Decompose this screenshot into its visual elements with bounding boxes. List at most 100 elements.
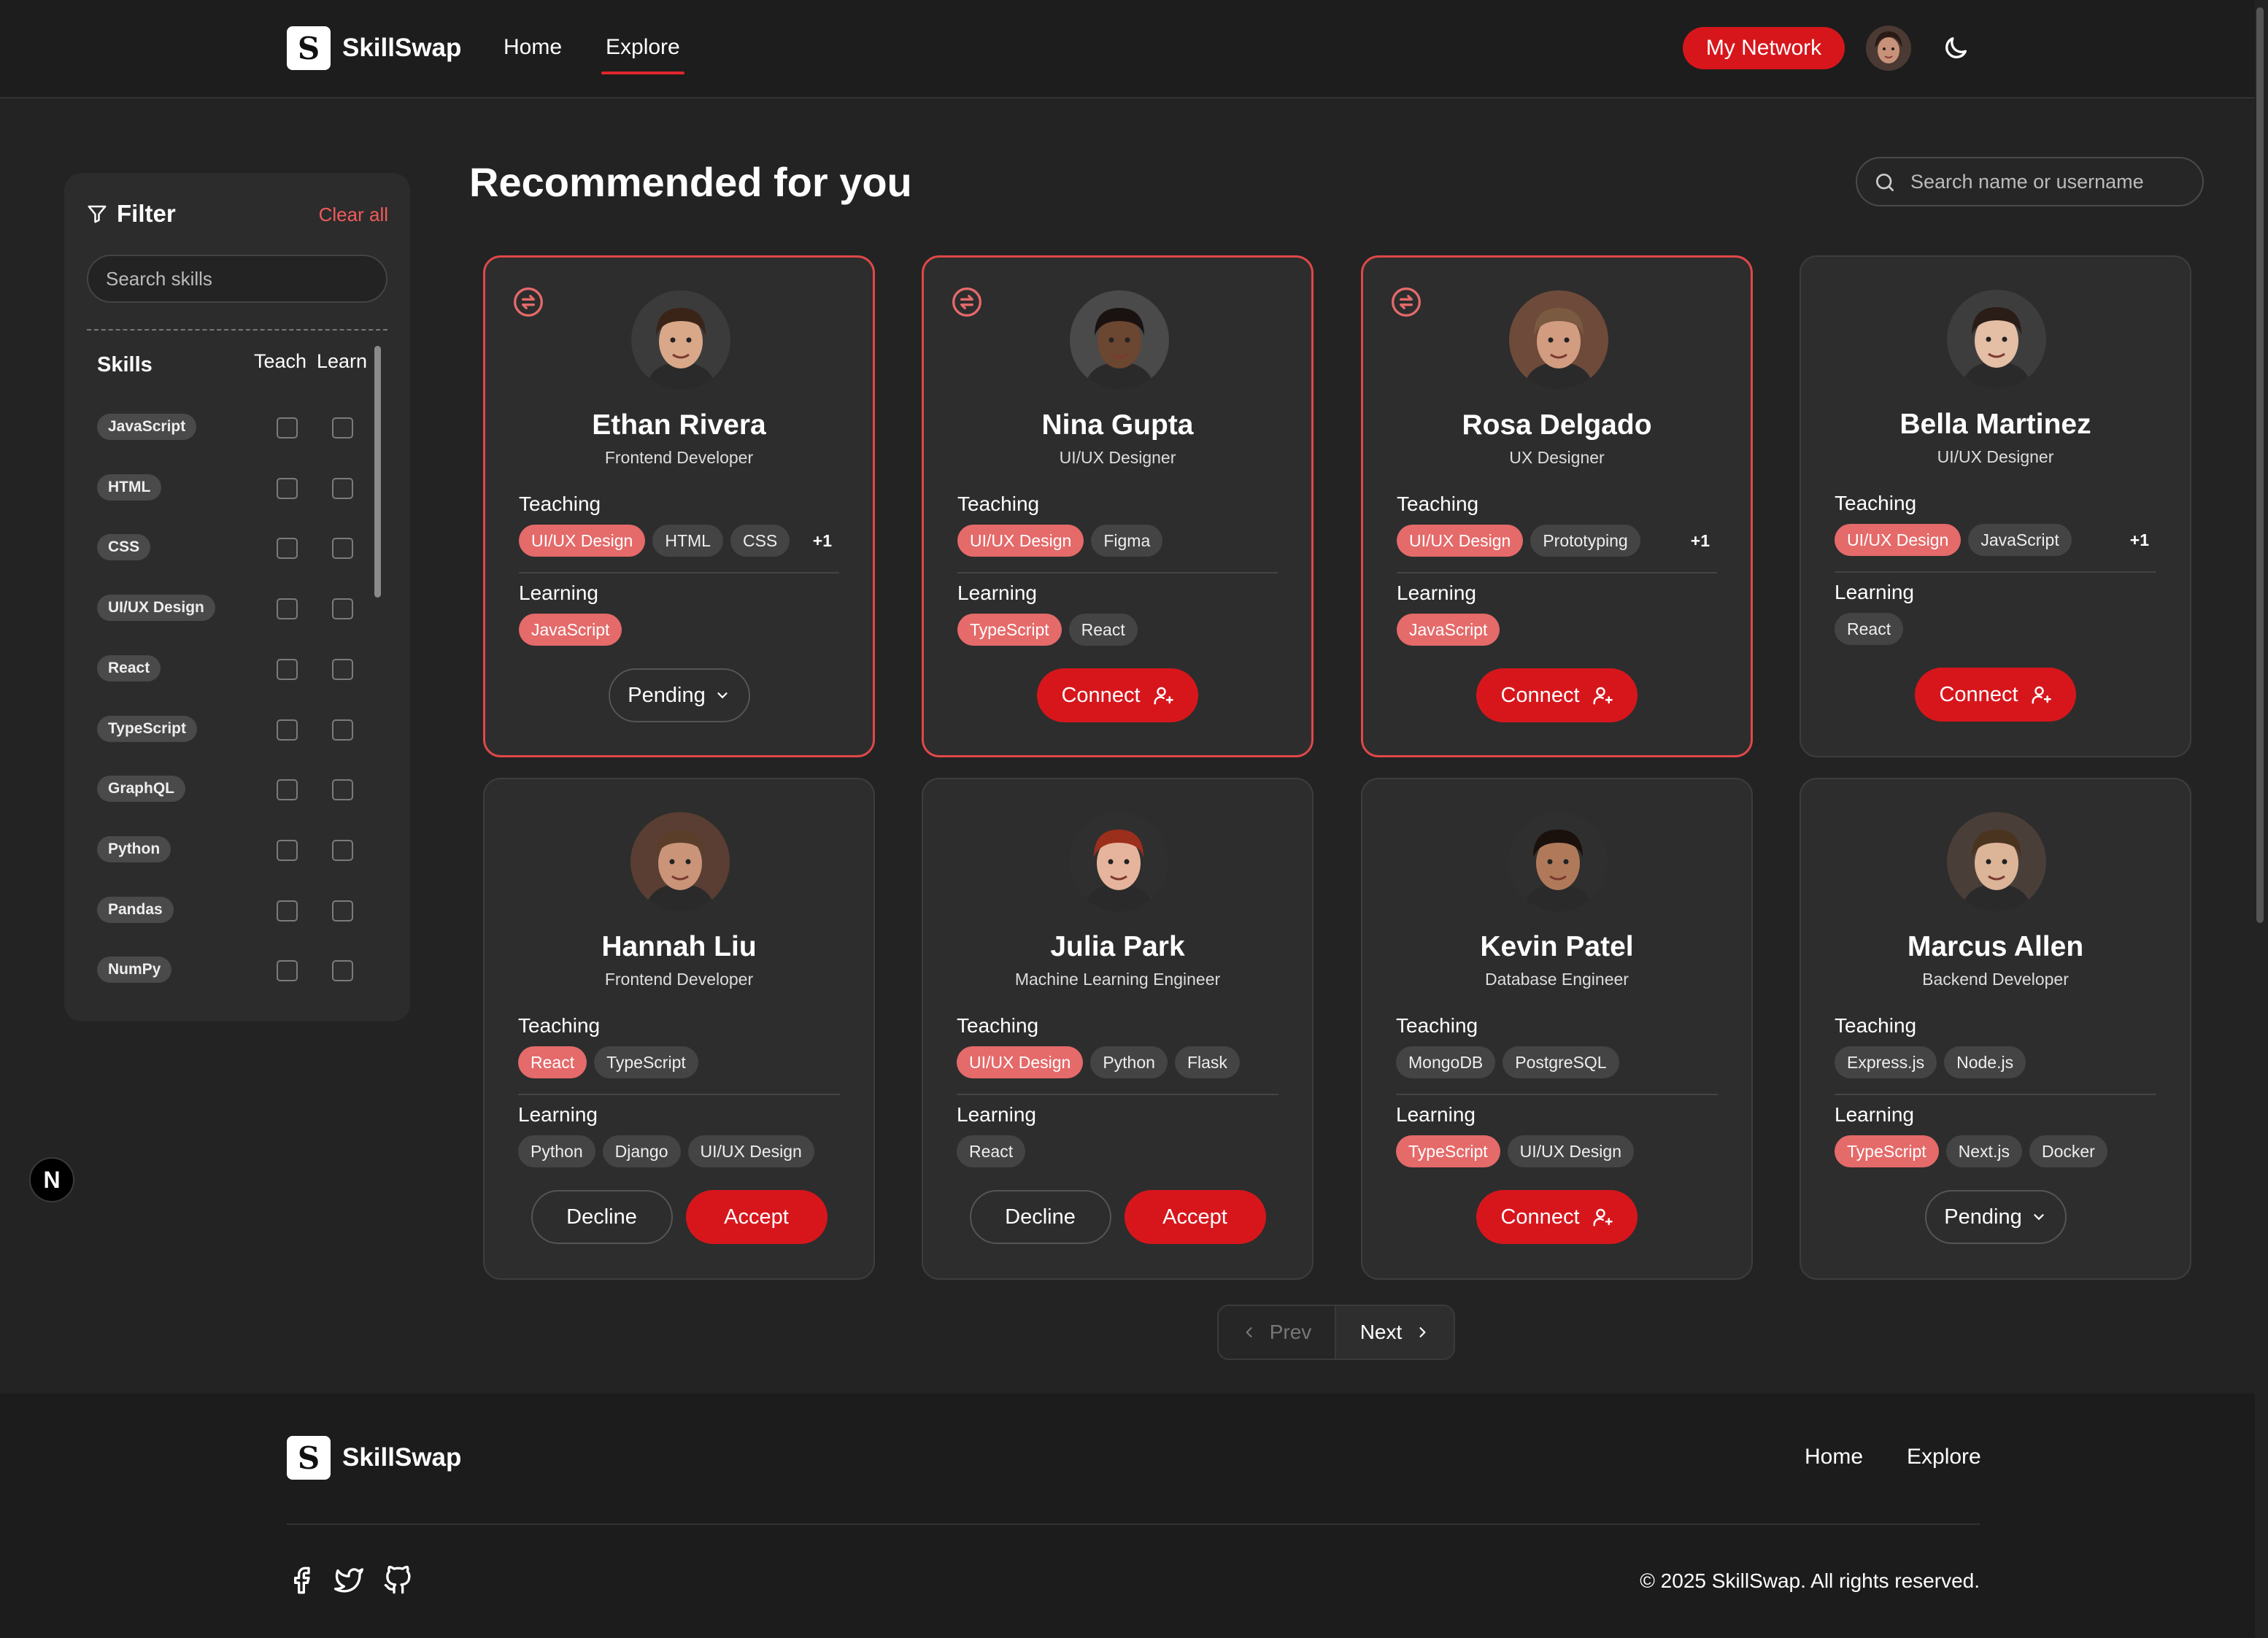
chevron-down-icon xyxy=(717,692,728,699)
prev-page-button[interactable]: Prev xyxy=(1219,1306,1336,1359)
skill-chip: TypeScript xyxy=(594,1046,698,1078)
avatar[interactable] xyxy=(1947,812,2046,911)
teach-checkbox[interactable] xyxy=(277,598,298,620)
user-plus-icon xyxy=(1153,687,1173,705)
connect-button[interactable]: Connect xyxy=(1037,668,1198,722)
header-logo[interactable]: S SkillSwap xyxy=(287,26,461,70)
learning-chips: JavaScript xyxy=(1397,614,1721,646)
teach-checkbox[interactable] xyxy=(277,779,298,801)
user-name[interactable]: Kevin Patel xyxy=(1362,931,1751,963)
skill-filter-label: CSS xyxy=(97,534,151,561)
more-skills-count[interactable]: +1 xyxy=(1691,531,1710,551)
user-role: UX Designer xyxy=(1509,448,1605,467)
user-name[interactable]: Bella Martinez xyxy=(1801,409,2190,441)
filter-heading: Filter xyxy=(86,200,176,228)
skill-chip: JavaScript xyxy=(1397,614,1500,646)
swap-match-icon xyxy=(951,286,983,318)
skill-chip: HTML xyxy=(652,525,723,557)
clear-all-link[interactable]: Clear all xyxy=(319,204,388,226)
user-name[interactable]: Marcus Allen xyxy=(1801,931,2190,963)
user-role: UI/UX Designer xyxy=(1059,448,1176,467)
skills-list-scrollbar[interactable] xyxy=(374,346,381,598)
skill-chip: UI/UX Design xyxy=(1507,1135,1634,1167)
user-name[interactable]: Ethan Rivera xyxy=(485,409,873,441)
pending-label: Pending xyxy=(1944,1205,2022,1229)
avatar[interactable] xyxy=(1509,290,1608,390)
user-plus-icon xyxy=(1592,1208,1613,1226)
teach-checkbox[interactable] xyxy=(277,719,298,741)
my-network-button[interactable]: My Network xyxy=(1683,27,1845,69)
learn-checkbox[interactable] xyxy=(332,839,353,861)
github-icon[interactable] xyxy=(383,1565,412,1595)
avatar[interactable] xyxy=(1508,812,1608,911)
user-card[interactable]: Nina Gupta UI/UX Designer Teaching UI/UX De… xyxy=(922,255,1314,757)
skill-filter-row: React xyxy=(97,650,360,687)
footer-explore-link[interactable]: Explore xyxy=(1907,1445,1981,1469)
nav-explore-link[interactable]: Explore xyxy=(601,35,684,74)
learn-checkbox[interactable] xyxy=(332,477,353,499)
nav-home-link[interactable]: Home xyxy=(504,35,562,60)
teach-checkbox[interactable] xyxy=(277,477,298,499)
avatar[interactable] xyxy=(1947,290,2046,389)
twitter-icon[interactable] xyxy=(334,1566,363,1595)
more-skills-count[interactable]: +1 xyxy=(813,531,832,551)
footer-logo[interactable]: S SkillSwap xyxy=(287,1436,461,1480)
user-avatar[interactable] xyxy=(1866,26,1911,71)
user-name[interactable]: Nina Gupta xyxy=(924,409,1311,441)
learn-checkbox[interactable] xyxy=(332,598,353,620)
decline-button[interactable]: Decline xyxy=(531,1190,673,1244)
learn-checkbox[interactable] xyxy=(332,960,353,982)
avatar[interactable] xyxy=(630,812,730,911)
teach-checkbox[interactable] xyxy=(277,538,298,560)
card-actions: Decline Accept xyxy=(923,1190,1312,1244)
pending-dropdown-button[interactable]: Pending xyxy=(608,668,750,722)
avatar[interactable] xyxy=(1070,290,1169,390)
learn-checkbox[interactable] xyxy=(332,538,353,560)
teach-checkbox[interactable] xyxy=(277,839,298,861)
next-page-button[interactable]: Next xyxy=(1336,1306,1454,1359)
user-card[interactable]: Bella Martinez UI/UX Designer Teaching UI/U… xyxy=(1800,255,2191,757)
skill-search-input[interactable] xyxy=(87,255,387,303)
learn-checkbox[interactable] xyxy=(332,719,353,741)
more-skills-count[interactable]: +1 xyxy=(2130,530,2149,550)
user-card[interactable]: Rosa Delgado UX Designer Teaching UI/UX Des… xyxy=(1361,255,1753,757)
teach-checkbox[interactable] xyxy=(277,658,298,680)
connect-button[interactable]: Connect xyxy=(1476,1190,1638,1244)
accept-button[interactable]: Accept xyxy=(685,1190,828,1244)
card-divider xyxy=(519,572,839,573)
page-scrollbar[interactable] xyxy=(2256,7,2264,923)
learn-checkbox[interactable] xyxy=(332,900,353,922)
teach-checkbox[interactable] xyxy=(277,900,298,922)
teaching-label: Teaching xyxy=(1835,1014,1917,1037)
skill-chip: MongoDB xyxy=(1396,1046,1496,1078)
decline-button[interactable]: Decline xyxy=(969,1190,1111,1244)
theme-toggle-moon-icon[interactable] xyxy=(1941,34,1970,63)
user-card[interactable]: Ethan Rivera Frontend Developer Teaching UI… xyxy=(483,255,875,757)
connect-button[interactable]: Connect xyxy=(1476,668,1638,722)
connect-button[interactable]: Connect xyxy=(1915,668,2076,722)
footer-home-link[interactable]: Home xyxy=(1805,1445,1863,1469)
learn-checkbox[interactable] xyxy=(332,779,353,801)
avatar[interactable] xyxy=(1069,812,1168,911)
teach-checkbox[interactable] xyxy=(277,960,298,982)
teaching-chips: MongoDB PostgreSQL xyxy=(1396,1046,1722,1078)
filter-title: Filter xyxy=(117,200,176,227)
skill-filter-label: UI/UX Design xyxy=(97,595,215,622)
facebook-icon[interactable] xyxy=(287,1566,316,1595)
user-card[interactable]: Marcus Allen Backend Developer Teaching Exp… xyxy=(1800,778,2191,1280)
teaching-chips: UI/UX Design HTML CSS xyxy=(519,525,844,557)
user-name[interactable]: Rosa Delgado xyxy=(1363,409,1751,441)
next-dev-badge[interactable]: N xyxy=(29,1157,74,1202)
avatar[interactable] xyxy=(631,290,730,390)
user-card[interactable]: Julia Park Machine Learning Engineer Teach… xyxy=(922,778,1314,1280)
user-name[interactable]: Julia Park xyxy=(923,931,1312,963)
learn-checkbox[interactable] xyxy=(332,658,353,680)
user-search-input[interactable] xyxy=(1910,158,2195,205)
pending-dropdown-button[interactable]: Pending xyxy=(1924,1190,2067,1244)
accept-button[interactable]: Accept xyxy=(1124,1190,1266,1244)
user-card[interactable]: Hannah Liu Frontend Developer Teaching Reac… xyxy=(483,778,875,1280)
learn-checkbox[interactable] xyxy=(332,417,353,439)
user-card[interactable]: Kevin Patel Database Engineer Teaching Mong… xyxy=(1361,778,1753,1280)
user-name[interactable]: Hannah Liu xyxy=(485,931,873,963)
teach-checkbox[interactable] xyxy=(277,417,298,439)
